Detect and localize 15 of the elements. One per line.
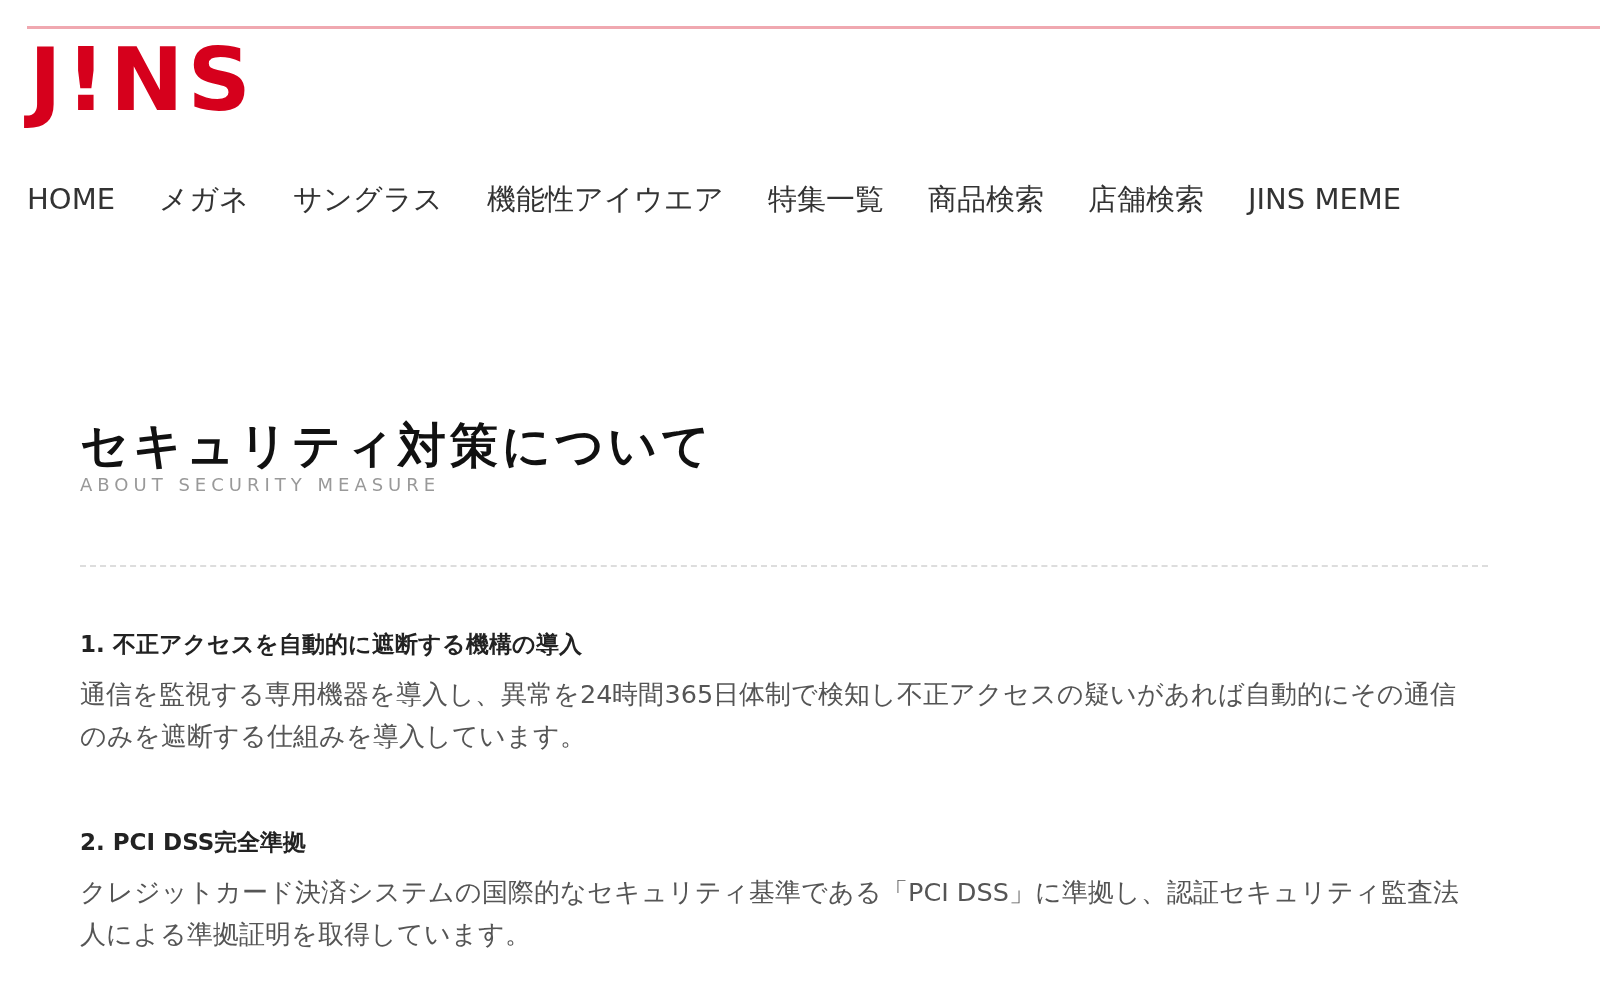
nav-link[interactable]: 店舗検索 [1088, 179, 1204, 220]
nav-link[interactable]: 機能性アイウエア [487, 179, 724, 220]
page-title: セキュリティ対策について [80, 416, 714, 476]
section-text: クレジットカード決済システムの国際的なセキュリティ基準である「PCI DSS」に準拠し、認証セキュリティ監査法人による準拠証明を取得しています。 [80, 876, 1460, 952]
section-heading: 2. PCI DSS完全準拠 [80, 828, 307, 858]
section-text: 通信を監視する専用機器を導入し、異常を24時間365日体制で検知し不正アクセスの疑いがあれば自動的にその通信のみを遮断する仕組みを導入しています。 [80, 678, 1458, 754]
nav-link[interactable]: 商品検索 [928, 179, 1044, 220]
logo[interactable]: J!NS [19, 29, 259, 135]
nav-link[interactable]: HOME [27, 179, 115, 220]
nav-link[interactable]: サングラス [293, 179, 443, 220]
nav-link[interactable]: 特集一覧 [768, 179, 884, 220]
nav-link[interactable]: JINS MEME [1248, 179, 1402, 220]
nav-link[interactable]: メガネ [159, 179, 249, 220]
section-heading: 1. 不正アクセスを自動的に遮断する機構の導入 [80, 630, 582, 660]
page-subtitle: ABOUT SECURITY MEASURE [80, 473, 441, 498]
